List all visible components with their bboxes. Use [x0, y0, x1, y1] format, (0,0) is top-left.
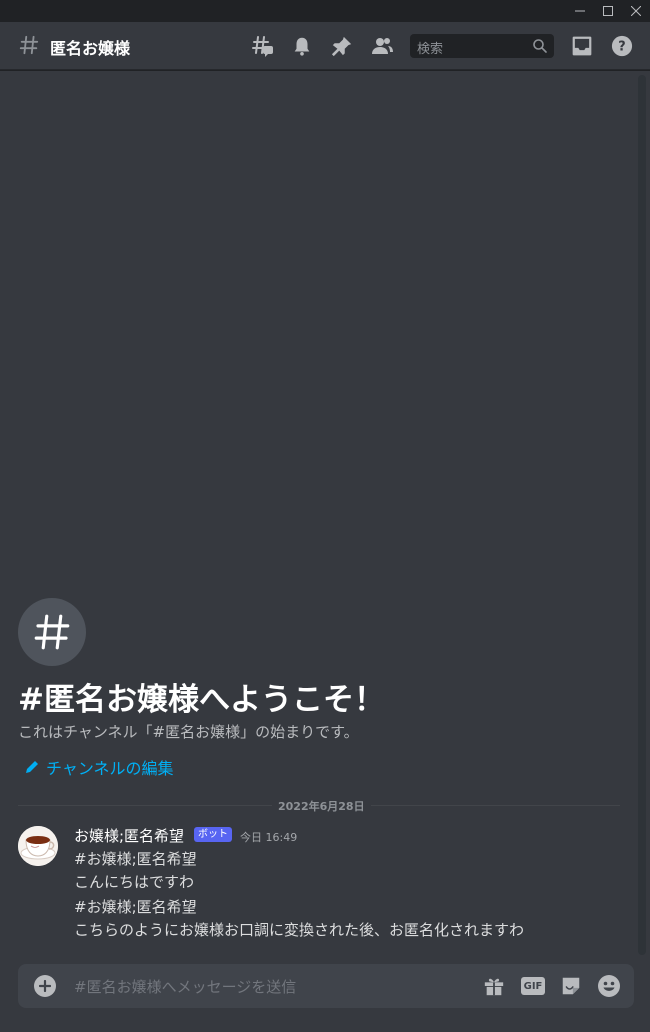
message-composer[interactable]: #匿名お嬢様へメッセージを送信 GIF: [18, 964, 634, 1008]
minimize-button[interactable]: [566, 0, 594, 22]
channel-header: 匿名お嬢様 検索 ?: [0, 22, 650, 70]
emoji-icon: [598, 975, 620, 997]
gif-button[interactable]: GIF: [521, 974, 545, 998]
welcome-description: これはチャンネル「#匿名お嬢様」の始まりです。: [18, 723, 359, 741]
gift-button[interactable]: [482, 974, 506, 998]
channel-welcome-icon: [18, 598, 86, 666]
message-input[interactable]: #匿名お嬢様へメッセージを送信: [74, 976, 296, 997]
date-divider-label: 2022年6月28日: [272, 798, 371, 814]
avatar[interactable]: [18, 826, 58, 866]
sticker-icon: [562, 977, 580, 995]
pinned-messages-button[interactable]: [330, 34, 354, 58]
notifications-button[interactable]: [290, 34, 314, 58]
threads-button[interactable]: [251, 34, 275, 58]
channel-title: 匿名お嬢様: [50, 39, 131, 58]
message-line: こんにちはですわ: [74, 873, 195, 891]
bell-icon: [294, 37, 310, 56]
welcome-title: #匿名お嬢様へようこそ！: [18, 682, 385, 718]
chat-content: #匿名お嬢様へようこそ！ これはチャンネル「#匿名お嬢様」の始まりです。 チャン…: [0, 71, 650, 1032]
plus-icon: [39, 980, 51, 992]
threads-icon: [252, 36, 273, 57]
gif-icon: GIF: [521, 977, 545, 995]
message-timestamp: 今日 16:49: [240, 831, 298, 844]
emoji-button[interactable]: [597, 974, 621, 998]
message-line: こちらのようにお嬢様お口調に変換された後、お匿名化されますわ: [74, 921, 525, 939]
message-line: #お嬢様;匿名希望: [74, 850, 197, 868]
member-list-button[interactable]: [370, 34, 394, 58]
scrollbar[interactable]: [638, 75, 646, 955]
maximize-button[interactable]: [594, 0, 622, 22]
search-icon: [533, 39, 547, 53]
gift-icon: [484, 978, 504, 996]
pin-icon: [331, 36, 352, 57]
inbox-button[interactable]: [570, 34, 594, 58]
edit-channel-link[interactable]: チャンネルの編集: [24, 755, 174, 779]
sticker-button[interactable]: [559, 974, 583, 998]
message-author[interactable]: お嬢様;匿名希望: [74, 825, 184, 846]
pencil-icon: [26, 761, 38, 773]
maximize-icon: [603, 6, 613, 16]
hash-icon: [34, 614, 70, 650]
members-icon: [372, 38, 393, 54]
edit-channel-label: チャンネルの編集: [46, 759, 174, 778]
teacup-avatar-image: [18, 826, 58, 866]
minimize-icon: [575, 10, 585, 12]
help-button[interactable]: ?: [610, 34, 634, 58]
search-placeholder: 検索: [417, 42, 444, 57]
inbox-icon: [572, 36, 592, 56]
message-line: #お嬢様;匿名希望: [74, 898, 197, 916]
svg-text:?: ?: [618, 40, 625, 55]
bot-tag: ボット: [194, 827, 232, 842]
help-icon: ?: [611, 35, 633, 57]
search-input[interactable]: 検索: [410, 34, 554, 58]
close-icon: [631, 6, 641, 16]
close-window-button[interactable]: [622, 0, 650, 22]
window-titlebar: [0, 0, 650, 22]
hash-icon: [19, 35, 39, 55]
upload-button[interactable]: [34, 975, 56, 997]
